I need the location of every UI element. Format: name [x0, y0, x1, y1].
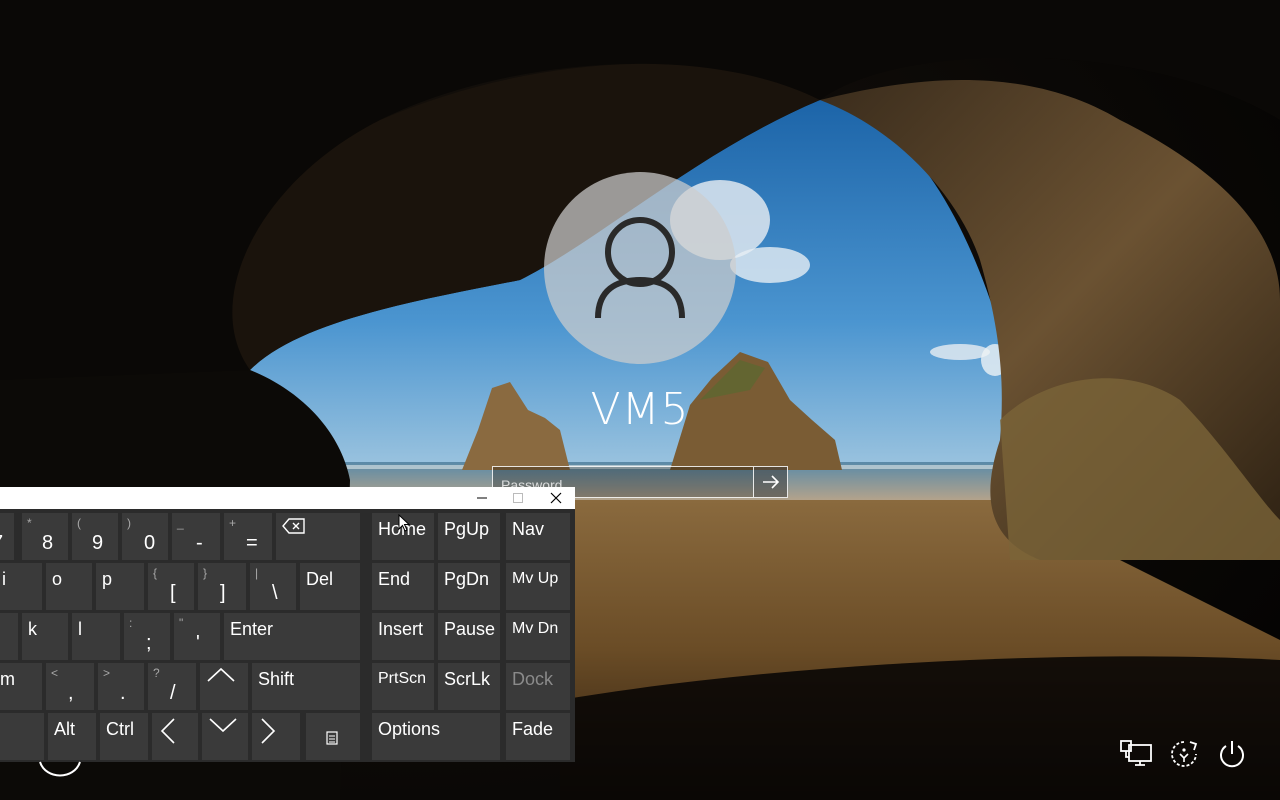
arrow-up-icon: [207, 667, 235, 682]
maximize-icon: [513, 493, 523, 503]
key-arrow-right[interactable]: [252, 713, 300, 760]
key-comma[interactable]: <,: [46, 663, 94, 710]
key-insert[interactable]: Insert: [372, 613, 434, 660]
ease-of-access-button[interactable]: [1166, 736, 1202, 772]
mouse-cursor-icon: [398, 514, 410, 532]
close-icon: [550, 492, 562, 504]
key-prtscn[interactable]: PrtScn: [372, 663, 434, 710]
power-icon: [1220, 741, 1244, 768]
key-alt[interactable]: Alt: [48, 713, 96, 760]
key-9[interactable]: (9: [72, 513, 118, 560]
language-indicator-partial: [38, 760, 82, 782]
key-equals[interactable]: + =: [224, 513, 272, 560]
key-arrow-left[interactable]: [152, 713, 198, 760]
key-scrlk[interactable]: ScrLk: [438, 663, 500, 710]
key-p[interactable]: p: [96, 563, 144, 610]
key-backslash[interactable]: | \: [250, 563, 296, 610]
key-o[interactable]: o: [46, 563, 92, 610]
key-l[interactable]: l: [72, 613, 120, 660]
key-ctrl[interactable]: Ctrl: [100, 713, 148, 760]
arrow-left-icon: [160, 718, 175, 744]
maximize-button[interactable]: [500, 487, 536, 509]
key-enter[interactable]: Enter: [224, 613, 360, 660]
key-semicolon[interactable]: :;: [124, 613, 170, 660]
key-mv-up[interactable]: Mv Up: [506, 563, 570, 610]
arrow-right-icon: [762, 475, 779, 489]
key-j-partial[interactable]: [0, 613, 18, 660]
key-fn-partial[interactable]: [0, 713, 44, 760]
username-label: VM5: [590, 384, 690, 435]
arrow-down-icon: [209, 718, 237, 733]
key-left-bracket[interactable]: {[: [148, 563, 194, 610]
network-button[interactable]: [1118, 736, 1154, 772]
key-del[interactable]: Del: [300, 563, 360, 610]
key-pause[interactable]: Pause: [438, 613, 500, 660]
power-button[interactable]: [1214, 736, 1250, 772]
key-quote[interactable]: " ': [174, 613, 220, 660]
on-screen-keyboard: 7 *8 (9 )0 _- += Home PgUp Nav i o p {[ …: [0, 487, 575, 762]
key-period[interactable]: >.: [98, 663, 144, 710]
key-7[interactable]: 7: [0, 513, 14, 560]
user-avatar: [544, 172, 736, 364]
arrow-right-icon: [261, 718, 276, 744]
ease-of-access-icon: [1171, 741, 1198, 767]
key-slash[interactable]: ? /: [148, 663, 196, 710]
key-arrow-down[interactable]: [202, 713, 248, 760]
menu-icon: [326, 731, 338, 745]
key-fade[interactable]: Fade: [506, 713, 570, 760]
close-button[interactable]: [538, 487, 574, 509]
key-backspace[interactable]: [276, 513, 360, 560]
user-icon: [595, 217, 685, 319]
key-end[interactable]: End: [372, 563, 434, 610]
key-8[interactable]: * 8: [22, 513, 68, 560]
key-minus[interactable]: _ -: [172, 513, 220, 560]
key-mv-dn[interactable]: Mv Dn: [506, 613, 570, 660]
submit-button[interactable]: [754, 466, 788, 498]
key-m[interactable]: m: [0, 663, 42, 710]
key-k[interactable]: k: [22, 613, 68, 660]
minimize-button[interactable]: [464, 487, 500, 509]
key-menu[interactable]: [306, 713, 360, 760]
key-options[interactable]: Options: [372, 713, 500, 760]
key-nav[interactable]: Nav: [506, 513, 570, 560]
key-pgup[interactable]: PgUp: [438, 513, 500, 560]
backspace-icon: [282, 518, 305, 534]
network-icon: [1120, 740, 1152, 766]
key-arrow-up[interactable]: [200, 663, 248, 710]
key-dock: Dock: [506, 663, 570, 710]
minimize-icon: [477, 497, 487, 499]
key-pgdn[interactable]: PgDn: [438, 563, 500, 610]
osk-title-bar[interactable]: [0, 487, 575, 509]
key-0[interactable]: ) 0: [122, 513, 168, 560]
key-shift[interactable]: Shift: [252, 663, 360, 710]
key-i[interactable]: i: [0, 563, 42, 610]
key-right-bracket[interactable]: }]: [198, 563, 246, 610]
